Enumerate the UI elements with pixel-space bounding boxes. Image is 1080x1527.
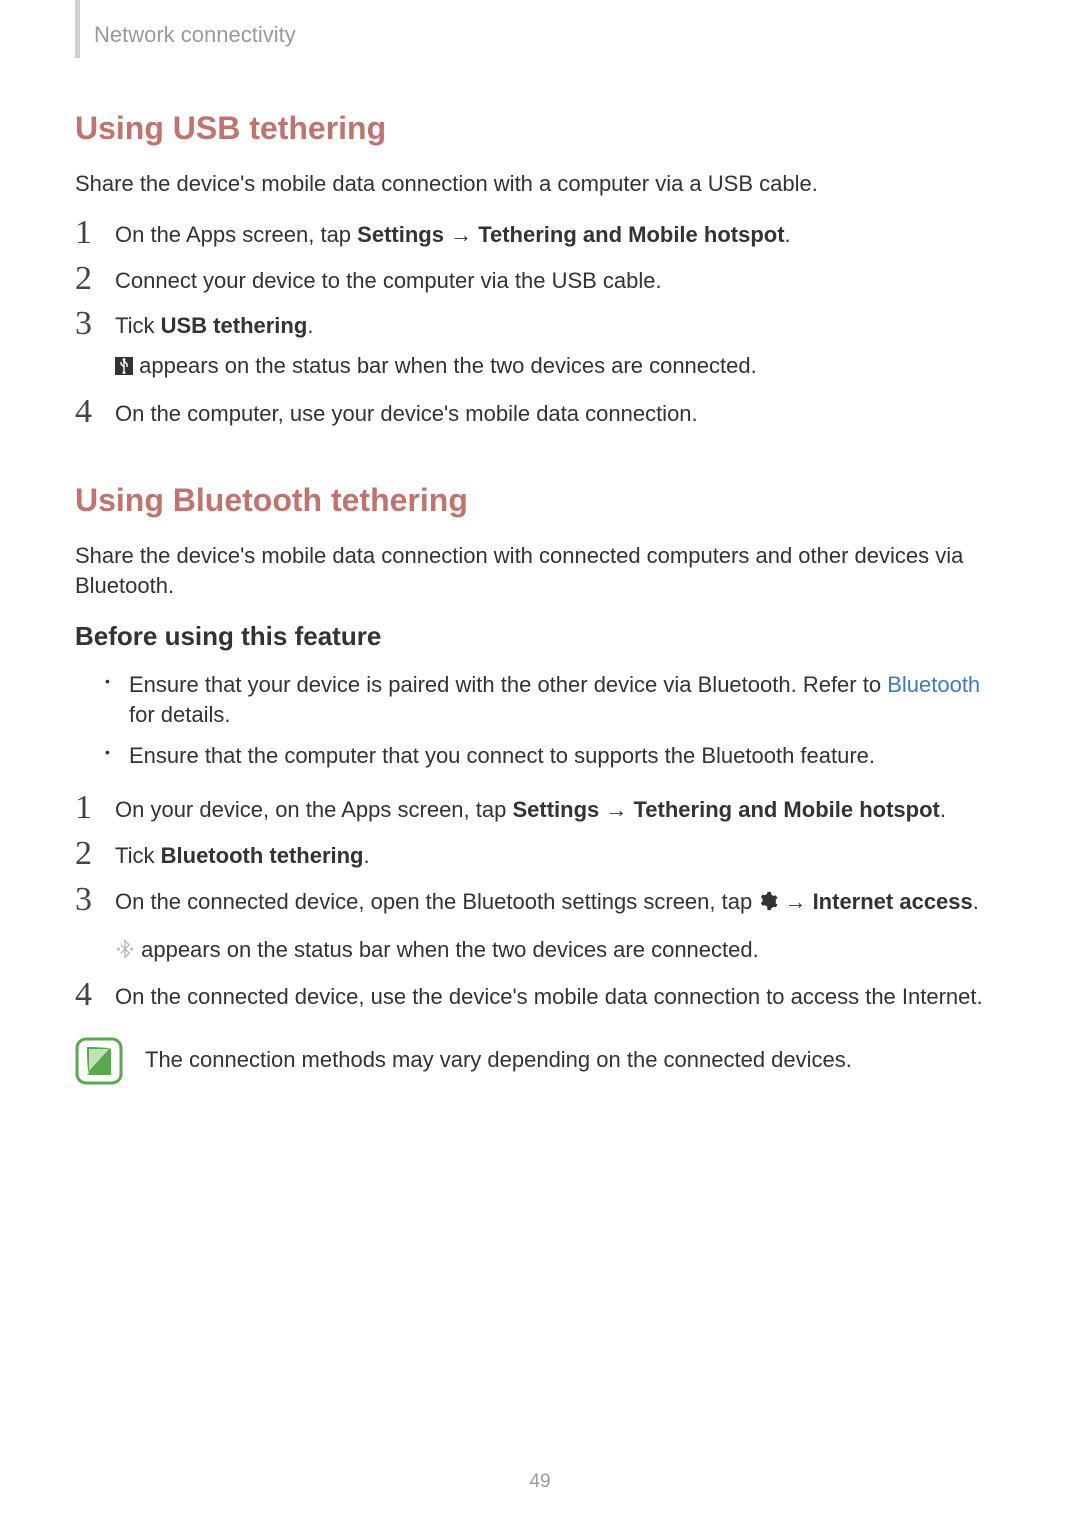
settings-label: Settings	[357, 222, 444, 247]
bluetooth-status-icon	[115, 936, 135, 968]
arrow: →	[444, 222, 478, 247]
before-using-title: Before using this feature	[75, 621, 1005, 652]
text: for details.	[129, 702, 231, 727]
list-item: Ensure that your device is paired with t…	[105, 670, 1005, 732]
step-number: 3	[75, 307, 115, 341]
step-number: 1	[75, 216, 115, 250]
text: On the connected device, open the Blueto…	[115, 889, 758, 914]
text: .	[973, 889, 979, 914]
list-item: 3 On the connected device, open the Blue…	[75, 886, 1005, 968]
step-body: On the connected device, open the Blueto…	[115, 886, 1005, 968]
page-number: 49	[0, 1471, 1080, 1493]
bluetooth-tethering-title: Using Bluetooth tethering	[75, 482, 1005, 519]
step-body: On the computer, use your device's mobil…	[115, 398, 1005, 430]
step-number: 3	[75, 883, 115, 917]
step-body: On the connected device, use the device'…	[115, 981, 1005, 1013]
text: Tick	[115, 313, 161, 338]
tethering-hotspot-label: Tethering and Mobile hotspot	[634, 797, 940, 822]
step-number: 4	[75, 978, 115, 1012]
list-item: 2 Tick Bluetooth tethering.	[75, 840, 1005, 872]
text: On your device, on the Apps screen, tap	[115, 797, 512, 822]
text: Ensure that your device is paired with t…	[129, 672, 887, 697]
list-item: 4 On the connected device, use the devic…	[75, 981, 1005, 1013]
gear-icon	[758, 888, 778, 920]
step-body: On your device, on the Apps screen, tap …	[115, 794, 1005, 826]
text: appears on the status bar when the two d…	[133, 353, 757, 378]
step-body: Tick USB tethering. appears on the statu…	[115, 310, 1005, 384]
arrow: →	[778, 889, 812, 914]
step-body: Tick Bluetooth tethering.	[115, 840, 1005, 872]
list-item: 1 On your device, on the Apps screen, ta…	[75, 794, 1005, 826]
text: Tick	[115, 843, 161, 868]
text: .	[940, 797, 946, 822]
header-category: Network connectivity	[94, 22, 296, 48]
text: On the Apps screen, tap	[115, 222, 357, 247]
header-rule	[75, 0, 80, 58]
step-number: 1	[75, 791, 115, 825]
note-icon	[75, 1037, 123, 1090]
bt-prereq-list: Ensure that your device is paired with t…	[105, 670, 1005, 772]
bt-steps: 1 On your device, on the Apps screen, ta…	[75, 794, 1005, 1013]
list-item: 3 Tick USB tethering. appears on the sta…	[75, 310, 1005, 384]
text: .	[307, 313, 313, 338]
tethering-hotspot-label: Tethering and Mobile hotspot	[478, 222, 784, 247]
step-body: Connect your device to the computer via …	[115, 265, 1005, 297]
usb-tethering-title: Using USB tethering	[75, 110, 1005, 147]
note-text: The connection methods may vary dependin…	[145, 1037, 852, 1073]
text: .	[364, 843, 370, 868]
list-item: Ensure that the computer that you connec…	[105, 741, 1005, 772]
note-row: The connection methods may vary dependin…	[75, 1037, 1005, 1090]
step-number: 2	[75, 262, 115, 296]
usb-steps: 1 On the Apps screen, tap Settings → Tet…	[75, 219, 1005, 430]
bluetooth-link[interactable]: Bluetooth	[887, 672, 980, 697]
bt-intro: Share the device's mobile data connectio…	[75, 541, 1005, 600]
list-item: 4 On the computer, use your device's mob…	[75, 398, 1005, 430]
step-number: 4	[75, 395, 115, 429]
bluetooth-tethering-label: Bluetooth tethering	[161, 843, 364, 868]
settings-label: Settings	[512, 797, 599, 822]
arrow: →	[599, 797, 633, 822]
list-item: 2 Connect your device to the computer vi…	[75, 265, 1005, 297]
step-body: On the Apps screen, tap Settings → Tethe…	[115, 219, 1005, 251]
list-item: 1 On the Apps screen, tap Settings → Tet…	[75, 219, 1005, 251]
usb-intro: Share the device's mobile data connectio…	[75, 169, 1005, 199]
step-number: 2	[75, 837, 115, 871]
usb-tethering-label: USB tethering	[161, 313, 308, 338]
text: .	[785, 222, 791, 247]
text: Ensure that the computer that you connec…	[129, 743, 875, 768]
internet-access-label: Internet access	[813, 889, 973, 914]
text: appears on the status bar when the two d…	[135, 937, 759, 962]
usb-status-icon	[115, 352, 133, 384]
